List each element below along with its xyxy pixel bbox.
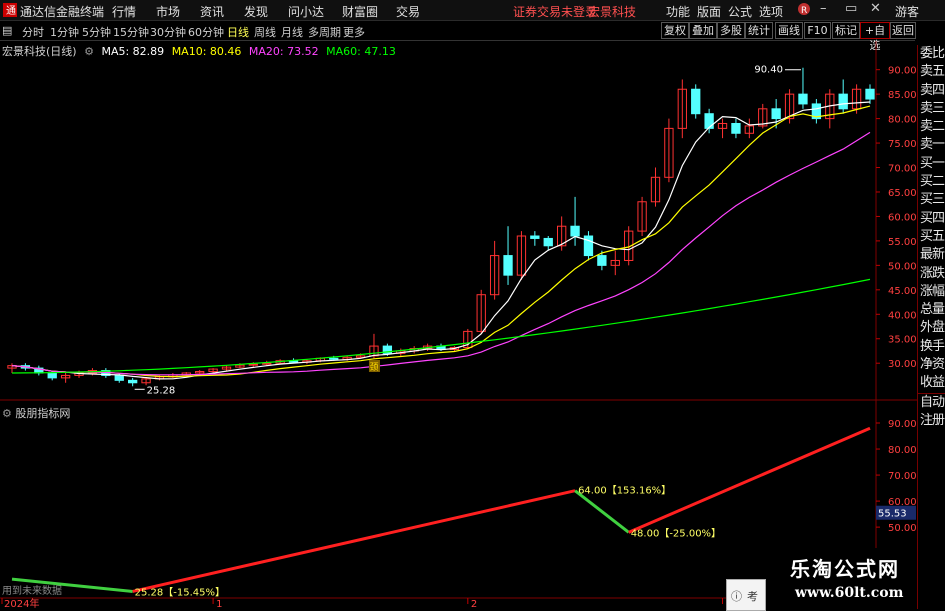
sidebar-item-earnings[interactable]: 收益 — [918, 374, 945, 392]
indicator-y-tick-label: 90.00 — [888, 419, 917, 430]
candle-body — [262, 362, 272, 365]
ma-info-line: 宏景科技(日线) ⚙ MA5: 82.89 MA10: 80.46 MA20: … — [2, 43, 400, 59]
candle-body — [691, 88, 701, 115]
x-tick-label: 1 — [216, 599, 222, 609]
sidebar-item-register[interactable]: 注册 — [918, 412, 945, 430]
popup-window[interactable]: ⓘ 考 — [726, 579, 766, 611]
sidebar-item-bid1[interactable]: 买一 — [918, 155, 945, 173]
sidebar-item-net-assets[interactable]: 净资 — [918, 356, 945, 374]
candle-body — [731, 122, 741, 134]
y-tick-label: 70.00 — [888, 164, 917, 175]
sidebar-item-turnover[interactable]: 换手 — [918, 338, 945, 356]
y-tick-label: 80.00 — [888, 115, 917, 126]
indicator-segment — [574, 489, 630, 534]
ma20-value: MA20: 73.52 — [248, 45, 319, 58]
y-tick-label: 35.00 — [888, 335, 917, 346]
sidebar-item-bid4[interactable]: 买四 — [918, 210, 945, 228]
sidebar-item-ask1[interactable]: 卖一 — [918, 136, 945, 154]
candle-body — [704, 113, 714, 129]
candle-body — [570, 225, 580, 237]
indicator-title-bar: ⚙ 股朋指标网 — [2, 405, 70, 421]
popup-text: 考 — [747, 590, 758, 603]
y-tick-label: 30.00 — [888, 359, 917, 370]
sidebar-item-ask3[interactable]: 卖三 — [918, 100, 945, 118]
ma20-line — [11, 131, 871, 376]
indicator-y-tick-label: 50.00 — [888, 523, 917, 534]
sidebar-item-outer[interactable]: 外盘 — [918, 319, 945, 337]
current-value-label: 55.53 — [878, 509, 907, 520]
y-tick-label: 45.00 — [888, 286, 917, 297]
y-tick-label: 50.00 — [888, 261, 917, 272]
ma60-value: MA60: 47.13 — [326, 45, 396, 58]
indicator-y-tick-label: 70.00 — [888, 471, 917, 482]
chart-title: 宏景科技(日线) — [2, 45, 77, 58]
event-marker: 颈 — [369, 362, 378, 373]
indicator-segment — [628, 426, 871, 534]
sidebar-item-ask2[interactable]: 卖二 — [918, 118, 945, 136]
candle-body — [838, 93, 848, 110]
y-tick-label: 85.00 — [888, 90, 917, 101]
y-tick-label: 75.00 — [888, 139, 917, 150]
candle-body — [114, 374, 124, 381]
y-tick-label: 60.00 — [888, 212, 917, 223]
sidebar-item-change[interactable]: 涨跌 — [918, 265, 945, 283]
ma10-value: MA10: 80.46 — [171, 45, 242, 58]
trough-label: 48.00【-25.00%】 — [631, 527, 721, 539]
candle-body — [543, 237, 553, 247]
watermark-url: www.60lt.com — [795, 585, 904, 601]
sidebar-item-bid5[interactable]: 买五 — [918, 228, 945, 246]
low-indicator-label: 25.28【-15.45%】 — [135, 586, 225, 598]
x-tick-label: 2024年 — [4, 597, 39, 609]
future-data-note: 用到未来数据 — [2, 584, 62, 597]
sidebar-item-volume[interactable]: 总量 — [918, 301, 945, 319]
ma10-line — [11, 105, 871, 378]
info-icon: ⓘ — [731, 590, 742, 603]
y-tick-label: 55.00 — [888, 237, 917, 248]
ma5-value: MA5: 82.89 — [101, 45, 165, 58]
candle-body — [128, 379, 138, 384]
candle-body — [530, 235, 540, 239]
candle-body — [47, 372, 57, 379]
candle-body — [248, 363, 258, 366]
sidebar-item-bid-ratio[interactable]: 委比 — [918, 45, 945, 63]
high-label: 90.40 — [754, 65, 783, 76]
settings-icon[interactable]: ⚙ — [84, 45, 94, 58]
ma5-line — [11, 101, 871, 380]
candle-body — [597, 255, 607, 266]
indicator-y-tick-label: 80.00 — [888, 445, 917, 456]
peak-label: 64.00【153.16%】 — [578, 485, 671, 497]
y-tick-label: 90.00 — [888, 66, 917, 77]
sidebar-item-change-pct[interactable]: 涨幅 — [918, 283, 945, 301]
y-tick-label: 40.00 — [888, 310, 917, 321]
y-tick-label: 65.00 — [888, 188, 917, 199]
candle-body — [503, 255, 513, 276]
sidebar-item-latest[interactable]: 最新 — [918, 246, 945, 264]
kline-chart[interactable]: 90.00 85.00 80.00 75.00 70.00 65.00 60.00 55.00… — [0, 0, 917, 609]
candle-body — [771, 108, 781, 120]
watermark-title: 乐淘公式网 — [790, 557, 900, 581]
indicator-title: 股朋指标网 — [15, 407, 71, 420]
candle-body — [329, 357, 339, 360]
sidebar-item-auto[interactable]: 自动 — [918, 392, 945, 412]
sidebar-item-bid2[interactable]: 买二 — [918, 173, 945, 191]
candle-body — [865, 88, 875, 100]
sidebar-item-bid3[interactable]: 买三 — [918, 191, 945, 209]
indicator-segment — [132, 489, 576, 593]
low-label: 25.28 — [147, 385, 176, 396]
quote-sidebar: 委比 卖五 卖四 卖三 卖二 卖一 买一 买二 买三 买四 买五 最新 涨跌 涨… — [917, 45, 945, 609]
x-tick-label: 2 — [471, 599, 477, 609]
sidebar-item-ask4[interactable]: 卖四 — [918, 82, 945, 100]
indicator-settings-icon[interactable]: ⚙ — [2, 407, 12, 420]
sidebar-item-ask5[interactable]: 卖五 — [918, 63, 945, 81]
candle-body — [798, 93, 808, 105]
